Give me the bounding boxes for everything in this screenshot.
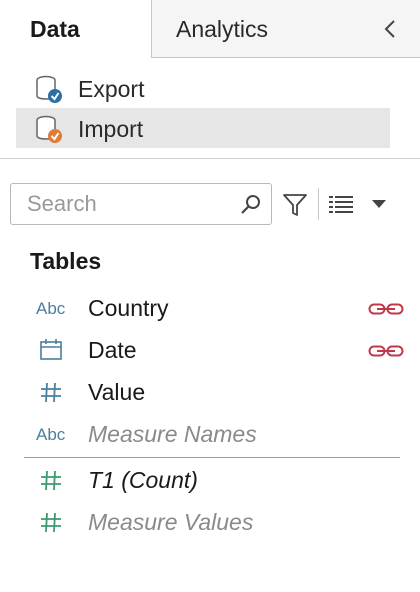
field-country[interactable]: Abc Country (24, 288, 404, 328)
data-source-import[interactable]: Import (16, 108, 390, 148)
tab-analytics[interactable]: Analytics (152, 0, 404, 58)
list-view-icon[interactable] (328, 194, 356, 214)
field-value[interactable]: Value (24, 372, 404, 412)
field-date[interactable]: Date (24, 330, 404, 370)
field-measure-values[interactable]: Measure Values (24, 502, 404, 542)
link-icon (368, 303, 404, 315)
tab-analytics-label: Analytics (176, 16, 269, 42)
field-label: Measure Names (88, 421, 257, 447)
tab-data[interactable]: Data (0, 0, 152, 58)
link-icon (368, 345, 404, 357)
search-box (10, 183, 272, 225)
data-source-label: Export (78, 76, 145, 102)
data-source-export[interactable]: Export (16, 68, 390, 108)
chevron-down-icon[interactable] (370, 198, 388, 210)
tab-strip-filler (404, 0, 420, 58)
section-divider (0, 158, 420, 159)
string-type-icon: Abc (36, 425, 66, 444)
number-hash-icon (41, 470, 61, 491)
field-label: T1 (Count) (88, 467, 198, 493)
field-t1-count[interactable]: T1 (Count) (24, 460, 404, 500)
field-label: Measure Values (88, 509, 254, 535)
database-check-icon (36, 115, 62, 143)
filter-icon[interactable] (282, 192, 308, 218)
calendar-icon (40, 339, 62, 360)
number-hash-icon (41, 382, 61, 403)
data-source-label: Import (78, 116, 144, 142)
field-label: Date (88, 337, 137, 363)
number-hash-icon (41, 512, 61, 533)
field-label: Value (88, 379, 146, 405)
database-check-icon (36, 75, 62, 103)
collapse-pane-icon[interactable] (380, 16, 400, 42)
field-label: Country (88, 295, 169, 321)
toolbar-divider (318, 188, 319, 220)
field-measure-names[interactable]: Abc Measure Names (24, 414, 404, 454)
tab-data-label: Data (30, 16, 80, 42)
search-icon[interactable] (239, 193, 263, 217)
search-input[interactable] (27, 192, 227, 216)
side-pane-tabs: Data Analytics (0, 0, 420, 58)
measures-divider (24, 457, 400, 458)
tables-heading: Tables (30, 248, 102, 274)
string-type-icon: Abc (36, 299, 66, 318)
